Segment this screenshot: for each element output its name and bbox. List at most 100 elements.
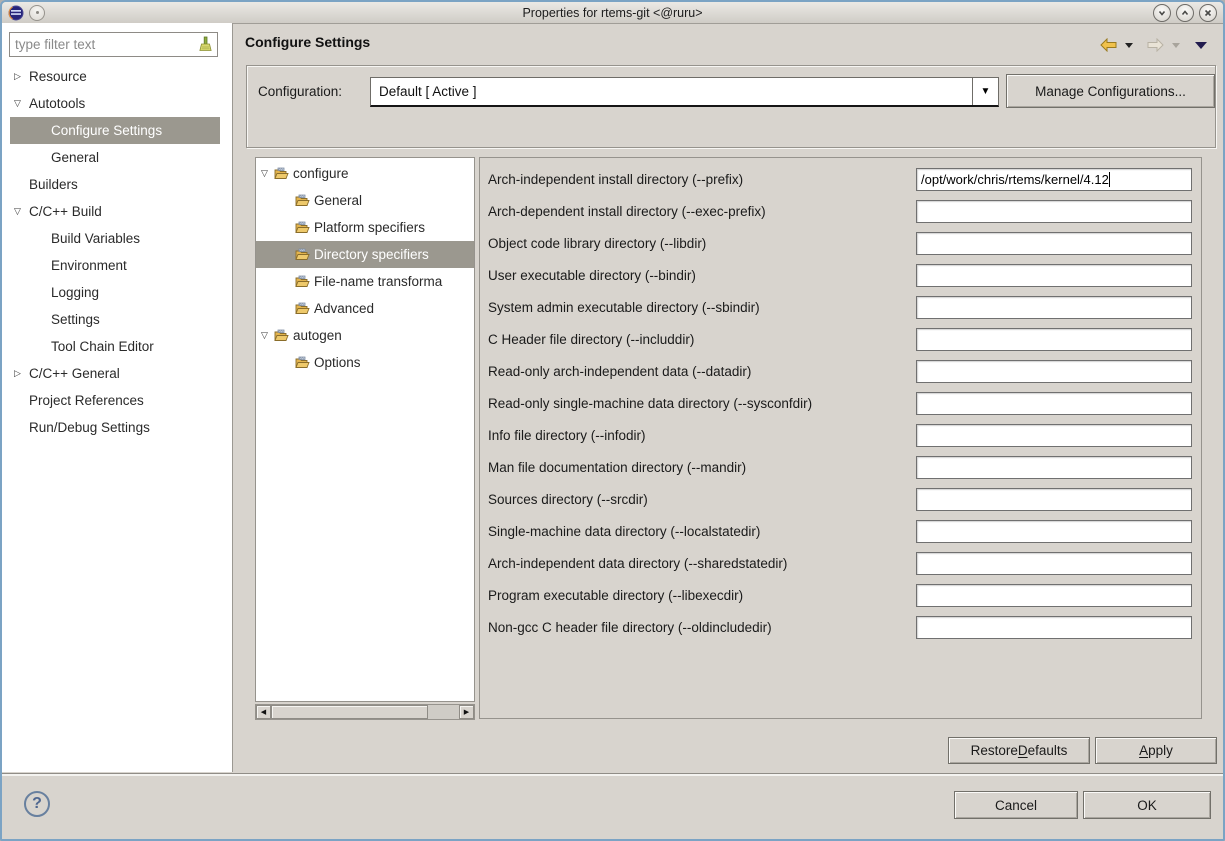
help-icon[interactable]: ? <box>24 791 50 817</box>
expander-icon[interactable]: ▷ <box>14 71 29 82</box>
forward-dropdown-icon[interactable] <box>1172 43 1180 48</box>
expander-icon[interactable]: ▽ <box>14 206 29 217</box>
field-input[interactable] <box>916 264 1192 287</box>
folder-icon <box>295 221 312 234</box>
field-input[interactable] <box>916 456 1192 479</box>
sidebar-item[interactable]: Run/Debug Settings <box>10 414 220 441</box>
field-input[interactable] <box>916 616 1192 639</box>
field-label: Read-only single-machine data directory … <box>488 396 812 411</box>
options-tree-item[interactable]: File-name transforma <box>256 268 474 295</box>
titlebar[interactable]: Properties for rtems-git <@ruru> <box>2 2 1223 24</box>
field-input[interactable] <box>916 392 1192 415</box>
field-input[interactable] <box>916 488 1192 511</box>
sidebar-item[interactable]: Configure Settings <box>10 117 220 144</box>
field-label: Program executable directory (--libexecd… <box>488 588 743 603</box>
maximize-icon[interactable] <box>1176 4 1194 22</box>
sidebar-item[interactable]: ▽ C/C++ Build <box>10 198 220 225</box>
ok-button[interactable]: OK <box>1083 791 1211 819</box>
configuration-combo[interactable]: Default [ Active ] ▼ <box>370 77 999 107</box>
field-label: Info file directory (--infodir) <box>488 428 646 443</box>
field-input[interactable] <box>916 584 1192 607</box>
expander-icon[interactable]: ▽ <box>14 98 29 109</box>
sidebar-item[interactable]: General <box>10 144 220 171</box>
minimize-icon[interactable] <box>1153 4 1171 22</box>
manage-configurations-button[interactable]: Manage Configurations... <box>1006 74 1215 108</box>
cancel-button[interactable]: Cancel <box>954 791 1078 819</box>
sidebar-item-label: Settings <box>51 312 100 327</box>
field-input[interactable] <box>916 552 1192 575</box>
close-icon[interactable] <box>1199 4 1217 22</box>
sidebar-item[interactable]: Settings <box>10 306 220 333</box>
filter-input[interactable]: type filter text <box>9 32 218 57</box>
sidebar-item[interactable]: ▷ Resource <box>10 63 220 90</box>
field-label: C Header file directory (--includdir) <box>488 332 694 347</box>
back-icon[interactable] <box>1099 38 1118 52</box>
scrollbar-track[interactable] <box>428 705 459 719</box>
back-dropdown-icon[interactable] <box>1125 43 1133 48</box>
options-tree-item[interactable]: General <box>256 187 474 214</box>
sidebar-item[interactable]: Tool Chain Editor <box>10 333 220 360</box>
field-input[interactable] <box>916 424 1192 447</box>
options-tree-item-label: autogen <box>293 328 342 343</box>
sidebar-item[interactable]: ▽ Autotools <box>10 90 220 117</box>
forward-icon[interactable] <box>1146 38 1165 52</box>
form-field-row: Program executable directory (--libexecd… <box>488 584 1191 607</box>
options-tree-item[interactable]: Advanced <box>256 295 474 322</box>
scroll-left-icon[interactable]: ◀ <box>256 705 271 719</box>
clear-filter-broom-icon[interactable] <box>198 36 213 53</box>
restore-defaults-button[interactable]: Restore Defaults <box>948 737 1090 764</box>
field-label: System admin executable directory (--sbi… <box>488 300 760 315</box>
options-tree-item-label: Platform specifiers <box>314 220 425 235</box>
form-field-row: Man file documentation directory (--mand… <box>488 456 1191 479</box>
form-field-row: Arch-independent install directory (--pr… <box>488 168 1191 191</box>
sidebar-item-label: Environment <box>51 258 127 273</box>
options-tree-item-label: configure <box>293 166 349 181</box>
field-input[interactable]: /opt/work/chris/rtems/kernel/4.12 <box>916 168 1192 191</box>
sidebar-item[interactable]: ▷ C/C++ General <box>10 360 220 387</box>
field-input[interactable] <box>916 200 1192 223</box>
view-menu-icon[interactable] <box>1195 42 1207 49</box>
header-nav <box>1099 38 1207 52</box>
field-label: Arch-independent data directory (--share… <box>488 556 787 571</box>
field-input[interactable] <box>916 232 1192 255</box>
options-tree-item[interactable]: Directory specifiers <box>256 241 474 268</box>
expander-icon[interactable]: ▷ <box>14 368 29 379</box>
page-title: Configure Settings <box>245 34 370 50</box>
sidebar-item[interactable]: Project References <box>10 387 220 414</box>
scrollbar-thumb[interactable] <box>271 705 428 719</box>
folder-icon <box>295 302 312 315</box>
form-field-row: Read-only single-machine data directory … <box>488 392 1191 415</box>
configuration-label: Configuration: <box>258 84 342 99</box>
options-tree-panel: ▽ configure General <box>255 157 475 702</box>
scroll-right-icon[interactable]: ▶ <box>459 705 474 719</box>
field-input[interactable] <box>916 328 1192 351</box>
form-field-row: Object code library directory (--libdir) <box>488 232 1191 255</box>
options-tree-item-label: Advanced <box>314 301 374 316</box>
options-tree-item[interactable]: Platform specifiers <box>256 214 474 241</box>
form-field-row: Info file directory (--infodir) <box>488 424 1191 447</box>
options-tree-item[interactable]: ▽ autogen <box>256 322 474 349</box>
folder-icon <box>274 329 291 342</box>
form-field-row: C Header file directory (--includdir) <box>488 328 1191 351</box>
pin-icon[interactable] <box>29 5 45 21</box>
options-tree-item[interactable]: ▽ configure <box>256 160 474 187</box>
expander-icon[interactable]: ▽ <box>261 330 274 341</box>
sidebar-item[interactable]: Build Variables <box>10 225 220 252</box>
options-tree-item[interactable]: Options <box>256 349 474 376</box>
directory-specifiers-form: Arch-independent install directory (--pr… <box>479 157 1202 719</box>
properties-sidebar: type filter text ▷ Resource ▽ Autotools … <box>2 23 233 772</box>
options-tree-hscrollbar[interactable]: ◀ ▶ <box>255 704 475 720</box>
field-input[interactable] <box>916 520 1192 543</box>
sidebar-item[interactable]: Logging <box>10 279 220 306</box>
field-input[interactable] <box>916 296 1192 319</box>
apply-button[interactable]: Apply <box>1095 737 1217 764</box>
options-tree-item-label: Options <box>314 355 361 370</box>
filter-placeholder: type filter text <box>15 37 198 52</box>
combo-arrow-icon[interactable]: ▼ <box>972 78 998 105</box>
field-input[interactable] <box>916 360 1192 383</box>
sidebar-item[interactable]: Environment <box>10 252 220 279</box>
expander-icon[interactable]: ▽ <box>261 168 274 179</box>
field-label: Sources directory (--srcdir) <box>488 492 648 507</box>
field-value: /opt/work/chris/rtems/kernel/4.12 <box>917 172 1110 187</box>
sidebar-item[interactable]: Builders <box>10 171 220 198</box>
